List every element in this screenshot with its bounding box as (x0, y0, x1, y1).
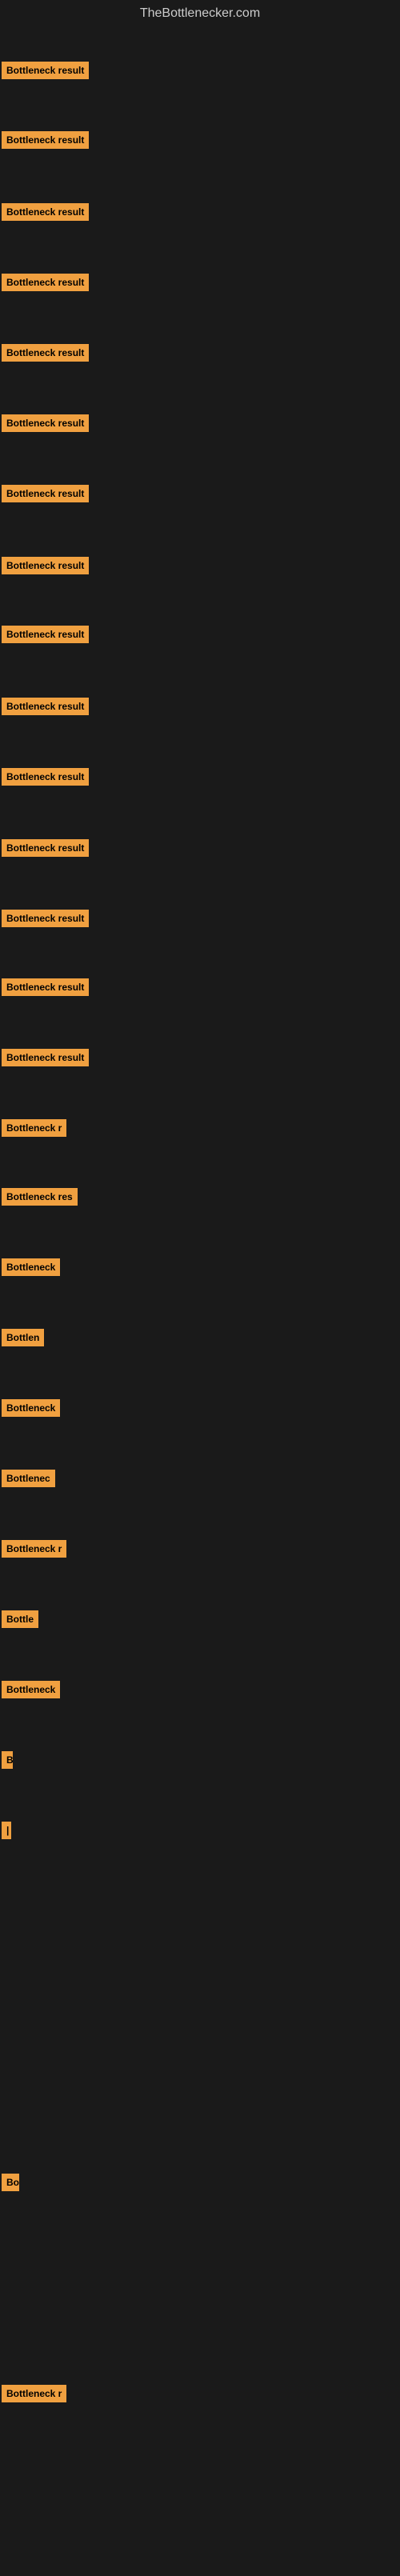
bottleneck-item: Bottleneck result (0, 698, 89, 719)
bottleneck-label: Bottleneck result (2, 698, 89, 715)
bottleneck-label: Bottleneck res (2, 1188, 78, 1206)
bottleneck-item: Bottleneck (0, 1681, 60, 1702)
bottleneck-label: Bottleneck result (2, 203, 89, 221)
bottleneck-label: Bottleneck result (2, 62, 89, 79)
bottleneck-label: Bottleneck result (2, 978, 89, 996)
bottleneck-item: Bottleneck result (0, 978, 89, 1000)
bottleneck-label: Bottleneck result (2, 626, 89, 643)
bottleneck-label: Bottleneck result (2, 1049, 89, 1066)
bottleneck-label: Bottleneck result (2, 274, 89, 291)
bottleneck-item: | (0, 1822, 11, 1843)
bottleneck-item: Bottleneck result (0, 557, 89, 578)
bottleneck-label: Bo (2, 2174, 19, 2191)
bottleneck-label: Bottleneck result (2, 557, 89, 574)
bottleneck-item: Bottleneck result (0, 839, 89, 861)
bottleneck-item: Bottleneck (0, 1258, 60, 1280)
bottleneck-label: B (2, 1751, 13, 1769)
bottleneck-item: Bottleneck result (0, 485, 89, 506)
site-title: TheBottlenecker.com (0, 0, 400, 27)
bottleneck-item: B (0, 1751, 13, 1773)
bottleneck-label: Bottleneck (2, 1681, 60, 1698)
bottleneck-item: Bottleneck result (0, 768, 89, 790)
bottleneck-item: Bottleneck result (0, 131, 89, 153)
bottleneck-container: Bottleneck result Bottleneck result Bottle… (0, 27, 400, 2576)
bottleneck-label: Bottleneck result (2, 910, 89, 927)
bottleneck-label: Bottle (2, 1610, 38, 1628)
bottleneck-label: Bottleneck r (2, 1540, 66, 1558)
bottleneck-item: Bottleneck r (0, 1540, 66, 1562)
bottleneck-label: Bottleneck result (2, 344, 89, 362)
bottleneck-item: Bottleneck result (0, 274, 89, 295)
bottleneck-label: Bottleneck result (2, 131, 89, 149)
bottleneck-item: Bottleneck result (0, 626, 89, 647)
bottleneck-item: Bottleneck result (0, 203, 89, 225)
bottleneck-item: Bottle (0, 1610, 38, 1632)
bottleneck-item: Bottlen (0, 1329, 44, 1350)
bottleneck-item: Bottleneck (0, 1399, 60, 1421)
bottleneck-label: Bottleneck (2, 1399, 60, 1417)
bottleneck-item: Bottleneck res (0, 1188, 78, 1210)
bottleneck-label: Bottleneck result (2, 768, 89, 786)
bottleneck-item: Bottleneck result (0, 344, 89, 366)
bottleneck-label: Bottleneck r (2, 2385, 66, 2402)
bottleneck-item: Bottleneck r (0, 2385, 66, 2406)
bottleneck-item: Bottleneck result (0, 62, 89, 83)
bottleneck-label: Bottlenec (2, 1470, 55, 1487)
bottleneck-label: Bottlen (2, 1329, 44, 1346)
bottleneck-label: Bottleneck result (2, 839, 89, 857)
bottleneck-label: Bottleneck r (2, 1119, 66, 1137)
bottleneck-item: Bottleneck result (0, 910, 89, 931)
bottleneck-item: Bo (0, 2174, 19, 2195)
bottleneck-item: Bottleneck r (0, 1119, 66, 1141)
bottleneck-item: Bottleneck result (0, 414, 89, 436)
bottleneck-item: Bottleneck result (0, 1049, 89, 1070)
bottleneck-item: Bottlenec (0, 1470, 55, 1491)
bottleneck-label: | (2, 1822, 11, 1839)
bottleneck-label: Bottleneck result (2, 485, 89, 502)
bottleneck-label: Bottleneck (2, 1258, 60, 1276)
bottleneck-label: Bottleneck result (2, 414, 89, 432)
